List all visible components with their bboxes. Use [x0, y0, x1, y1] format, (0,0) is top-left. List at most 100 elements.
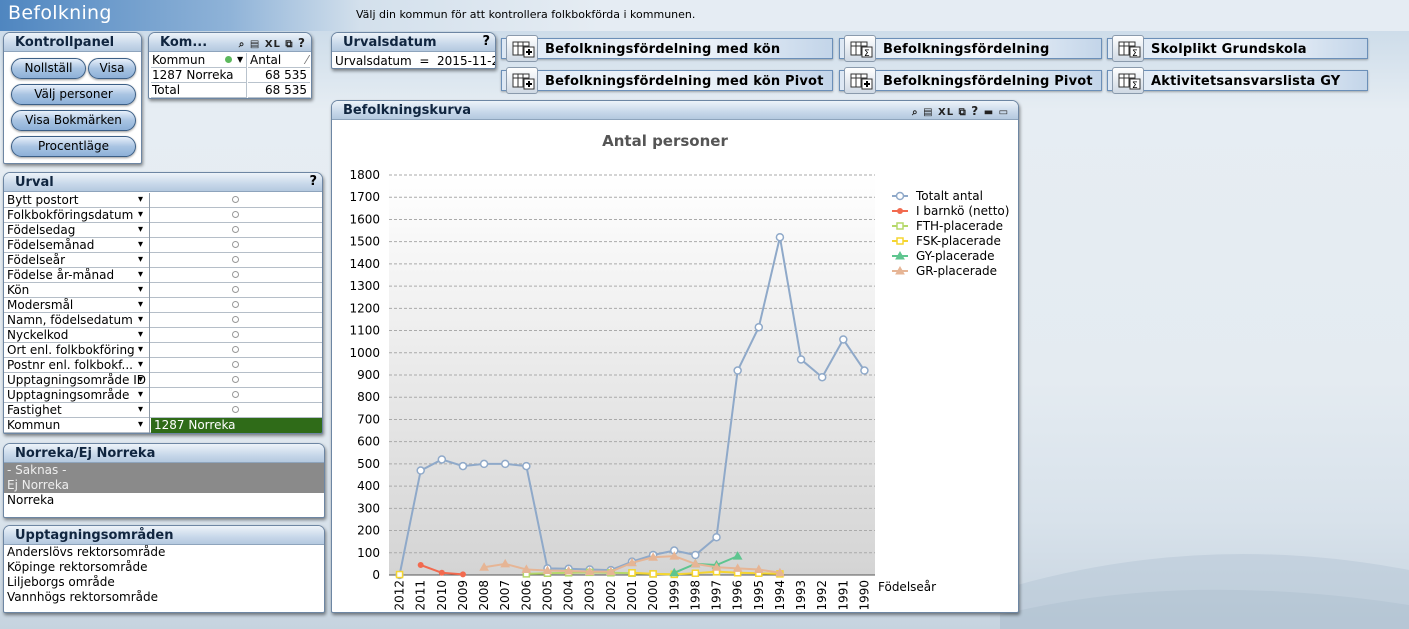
report-befolkningsfordelning[interactable]: Σ Befolkningsfördelning [839, 35, 1102, 62]
urval-field-label[interactable]: Bytt postort [4, 193, 150, 208]
dropdown-arrow-icon[interactable]: ▾ [138, 313, 143, 327]
urval-row[interactable]: Upptagningsområde ▾ [4, 388, 322, 403]
dropdown-arrow-icon[interactable]: ▾ [138, 358, 143, 372]
urval-field-label[interactable]: Modersmål [4, 298, 150, 313]
list-item-ej-norreka[interactable]: Ej Norreka [4, 478, 324, 493]
urval-row[interactable]: Födelsemånad ▾ [4, 238, 322, 253]
urval-empty-circle-icon[interactable] [232, 391, 239, 398]
urval-field-label[interactable]: Ort enl. folkbokföring [4, 343, 150, 358]
urval-empty-circle-icon[interactable] [232, 271, 239, 278]
dropdown-arrow-icon[interactable]: ▾ [138, 238, 143, 252]
dropdown-arrow-icon[interactable]: ▾ [138, 193, 143, 207]
urval-row[interactable]: Bytt postort ▾ [4, 193, 322, 208]
urval-empty-circle-icon[interactable] [232, 286, 239, 293]
dropdown-arrow-icon[interactable]: ▾ [138, 343, 143, 357]
urval-field-label[interactable]: Nyckelkod [4, 328, 150, 343]
urval-row[interactable]: Kommun ▾ 1287 Norreka [4, 418, 322, 433]
urval-row[interactable]: Nyckelkod ▾ [4, 328, 322, 343]
urval-empty-circle-icon[interactable] [232, 346, 239, 353]
table-row-kommun[interactable]: 1287 Norreka [151, 68, 247, 83]
help-icon[interactable]: ? [482, 34, 490, 49]
urval-empty-circle-icon[interactable] [232, 226, 239, 233]
visa-button[interactable]: Visa [88, 58, 136, 79]
urval-field-label[interactable]: Födelsemånad [4, 238, 150, 253]
urval-field-label[interactable]: Födelse år-månad [4, 268, 150, 283]
report-aktivitetsansvarslista-gy[interactable]: Σ Aktivitetsansvarslista GY [1107, 67, 1368, 94]
urval-field-label[interactable]: Folkbokföringsdatum [4, 208, 150, 223]
dropdown-arrow-icon[interactable]: ▾ [138, 298, 143, 312]
urval-field-label[interactable]: Kön [4, 283, 150, 298]
urval-row[interactable]: Upptagningsområde ID ▾ [4, 373, 322, 388]
dropdown-arrow-icon[interactable]: ▾ [138, 208, 143, 222]
list-item-saknas[interactable]: - Saknas - [4, 463, 324, 478]
print-icon[interactable]: ▤ [250, 39, 260, 50]
dropdown-arrow-icon[interactable]: ▾ [138, 223, 143, 237]
header-kommun[interactable]: Kommun ▼ [151, 53, 247, 68]
urval-row[interactable]: Födelsedag ▾ [4, 223, 322, 238]
urval-empty-circle-icon[interactable] [232, 331, 239, 338]
urval-empty-circle-icon[interactable] [232, 211, 239, 218]
dropdown-arrow-icon[interactable]: ▾ [138, 388, 143, 402]
urval-field-label[interactable]: Namn, födelsedatum [4, 313, 150, 328]
urval-empty-circle-icon[interactable] [232, 361, 239, 368]
urval-row[interactable]: Fastighet ▾ [4, 403, 322, 418]
maximize-icon[interactable]: ▭ [999, 107, 1009, 118]
urval-row[interactable]: Modersmål ▾ [4, 298, 322, 313]
list-item[interactable]: Vannhögs rektorsområde [4, 590, 324, 605]
help-icon[interactable]: ? [309, 174, 317, 189]
dropdown-arrow-icon[interactable]: ▼ [237, 53, 243, 67]
procentlage-button[interactable]: Procentläge [11, 136, 136, 157]
urval-row[interactable]: Folkbokföringsdatum ▾ [4, 208, 322, 223]
help-icon[interactable]: ? [971, 104, 979, 118]
urval-field-label[interactable]: Kommun [4, 418, 150, 433]
list-item[interactable]: Liljeborgs område [4, 575, 324, 590]
header-antal[interactable]: Antal ⁄ [248, 53, 310, 68]
urval-row[interactable]: Namn, födelsedatum ▾ [4, 313, 322, 328]
urval-empty-circle-icon[interactable] [232, 241, 239, 248]
urval-field-label[interactable]: Fastighet [4, 403, 150, 418]
dropdown-arrow-icon[interactable]: ▾ [138, 268, 143, 282]
urval-row[interactable]: Kön ▾ [4, 283, 322, 298]
urval-empty-circle-icon[interactable] [232, 316, 239, 323]
copy-icon[interactable]: ⧉ [285, 39, 293, 50]
visa-bokmarken-button[interactable]: Visa Bokmärken [11, 110, 136, 131]
urval-field-label[interactable]: Upptagningsområde ID [4, 373, 150, 388]
report-befolkningsfordelning-med-kon-pivot[interactable]: Befolkningsfördelning med kön Pivot [501, 67, 833, 94]
report-befolkningsfordelning-pivot[interactable]: Befolkningsfördelning Pivot [839, 67, 1102, 94]
search-icon[interactable]: ⌕ [912, 107, 919, 118]
dropdown-arrow-icon[interactable]: ▾ [138, 283, 143, 297]
dropdown-arrow-icon[interactable]: ▾ [138, 373, 143, 387]
urval-row[interactable]: Födelse år-månad ▾ [4, 268, 322, 283]
urval-empty-circle-icon[interactable] [232, 256, 239, 263]
list-item[interactable]: Köpinge rektorsområde [4, 560, 324, 575]
excel-icon[interactable]: XL [938, 107, 954, 118]
print-icon[interactable]: ▤ [923, 107, 933, 118]
copy-icon[interactable]: ⧉ [959, 107, 967, 118]
dropdown-arrow-icon[interactable]: ▾ [138, 418, 143, 432]
search-icon[interactable]: ⌕ [239, 39, 246, 50]
dropdown-arrow-icon[interactable]: ▾ [138, 403, 143, 417]
search-icon[interactable] [225, 56, 232, 63]
urval-empty-circle-icon[interactable] [232, 301, 239, 308]
urval-row[interactable]: Födelseår ▾ [4, 253, 322, 268]
urval-field-label[interactable]: Födelseår [4, 253, 150, 268]
list-item[interactable]: Anderslövs rektorsområde [4, 545, 324, 560]
urval-empty-circle-icon[interactable] [232, 376, 239, 383]
excel-icon[interactable]: XL [265, 39, 281, 50]
dropdown-arrow-icon[interactable]: ▾ [138, 328, 143, 342]
report-skolplikt-grundskola[interactable]: Σ Skolplikt Grundskola [1107, 35, 1368, 62]
help-icon[interactable]: ? [298, 36, 306, 50]
urval-empty-circle-icon[interactable] [232, 196, 239, 203]
valj-personer-button[interactable]: Välj personer [11, 84, 136, 105]
urval-selected-value[interactable]: 1287 Norreka [151, 418, 322, 433]
minimize-icon[interactable]: ▬ [984, 107, 994, 118]
urval-field-label[interactable]: Postnr enl. folkbokf... [4, 358, 150, 373]
table-row-antal[interactable]: 68 535 [248, 68, 310, 83]
urval-row[interactable]: Postnr enl. folkbokf... ▾ [4, 358, 322, 373]
dropdown-arrow-icon[interactable]: ▾ [138, 253, 143, 267]
list-item-norreka[interactable]: Norreka [4, 493, 324, 508]
urval-empty-circle-icon[interactable] [232, 406, 239, 413]
report-befolkningsfordelning-med-kon[interactable]: Befolkningsfördelning med kön [501, 35, 833, 62]
urval-field-label[interactable]: Upptagningsområde [4, 388, 150, 403]
urval-field-label[interactable]: Födelsedag [4, 223, 150, 238]
